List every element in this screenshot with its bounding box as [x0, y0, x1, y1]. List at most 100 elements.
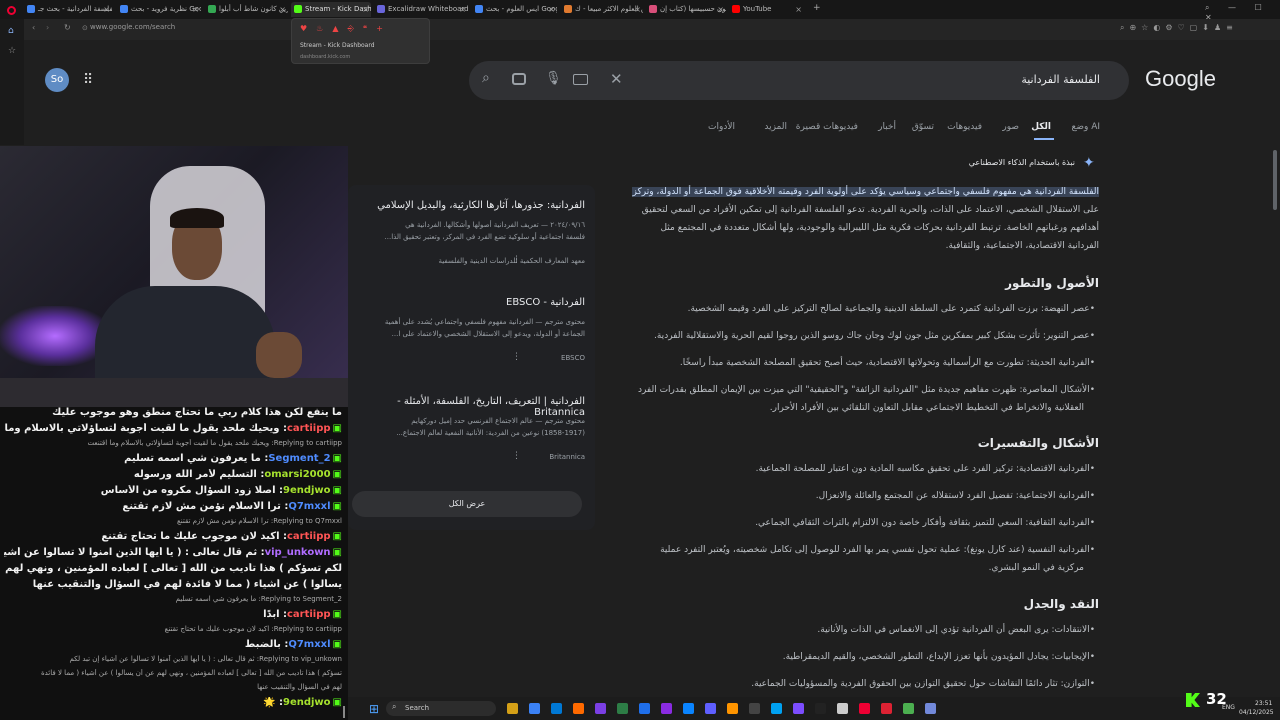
taskbar-app-icon[interactable]: [595, 703, 606, 714]
start-button[interactable]: ⊞: [369, 702, 379, 716]
back-icon[interactable]: ‹: [32, 23, 35, 32]
browser-tab[interactable]: Excalidraw Whiteboard ×: [374, 2, 468, 17]
tab-close-icon[interactable]: ×: [362, 2, 369, 17]
nav-tab[interactable]: المزيد: [764, 122, 787, 132]
chat-username[interactable]: vip_unkown: [265, 547, 331, 558]
tab-close-icon[interactable]: ×: [103, 2, 110, 17]
taskbar-app-icon[interactable]: [793, 703, 804, 714]
home-icon[interactable]: ⌂: [8, 26, 14, 36]
nav-tab[interactable]: تسوّق: [912, 122, 934, 132]
chat-username[interactable]: cartiipp: [287, 423, 331, 434]
taskbar-app-icon[interactable]: [771, 703, 782, 714]
taskbar-app-icon[interactable]: [859, 703, 870, 714]
page-scrollbar[interactable]: [1273, 150, 1277, 210]
tab-close-icon[interactable]: ×: [192, 2, 199, 17]
browser-tab[interactable]: الفلسفة الفردانية - بحث جـ ×: [24, 2, 112, 17]
bookmarks-icon[interactable]: ☆: [8, 46, 16, 56]
tab-label: YouTube: [743, 5, 772, 13]
google-logo[interactable]: Google: [1145, 66, 1216, 92]
side-result-source[interactable]: Britannica: [352, 451, 585, 463]
side-result-title[interactable]: الفردانية: جذورها، آثارها الكارثية، والب…: [352, 200, 585, 211]
clear-icon[interactable]: ✕: [610, 70, 623, 88]
browser-tab[interactable]: ايس العلوم - بحث Google×: [472, 2, 557, 17]
nav-tab[interactable]: الكل: [1031, 122, 1051, 132]
more-options-icon[interactable]: ⋮: [512, 255, 521, 265]
clock-time[interactable]: 23:51: [1255, 700, 1272, 707]
chat-username[interactable]: 9endjwo: [283, 697, 331, 708]
tab-close-icon[interactable]: ×: [717, 2, 724, 17]
mic-icon[interactable]: 🎙: [545, 71, 562, 86]
chat-reply-context: Replying to Q7mxxl: ترا الاسلام نؤمن مش …: [4, 517, 342, 525]
search-icon[interactable]: ⌕: [482, 70, 490, 86]
side-result-source[interactable]: معهد المعارف الحكمية للدراسات الدينية وا…: [352, 255, 585, 267]
more-options-icon[interactable]: ⋮: [512, 352, 521, 362]
avatar[interactable]: So: [45, 68, 69, 92]
taskbar-app-icon[interactable]: [837, 703, 848, 714]
chat-username[interactable]: cartiipp: [287, 531, 331, 542]
taskbar-app-icon[interactable]: [529, 703, 540, 714]
toolbar-extension-icons[interactable]: ⌕⊕☆◐⚙♡▢⬇♟≡: [1120, 23, 1238, 33]
chat-username[interactable]: 9endjwo: [283, 485, 331, 496]
chat-text: Replying to cartiipp: اكيد لان موجوب علي…: [164, 625, 342, 633]
site-info-icon[interactable]: ⊙: [82, 24, 88, 32]
taskbar-app-icon[interactable]: [661, 703, 672, 714]
taskbar-search[interactable]: [386, 701, 496, 716]
taskbar-app-icon[interactable]: [551, 703, 562, 714]
taskbar-app-icon[interactable]: [705, 703, 716, 714]
taskbar-app-icon[interactable]: [507, 703, 518, 714]
taskbar-app-icon[interactable]: [815, 703, 826, 714]
tab-close-icon[interactable]: ×: [459, 2, 466, 17]
new-tab-button[interactable]: +: [813, 3, 821, 13]
chat-username[interactable]: Segment_2: [268, 453, 330, 464]
tab-close-icon[interactable]: ×: [634, 2, 641, 17]
nav-tab[interactable]: فيديوهات: [947, 122, 982, 132]
taskbar-search-icon: ⌕: [392, 702, 397, 711]
taskbar-app-icon[interactable]: [573, 703, 584, 714]
search-query[interactable]: الفلسفة الفردانية: [640, 73, 1100, 86]
chat-username[interactable]: omarsi2000: [264, 469, 330, 480]
browser-tab[interactable]: Stream - Kick Dashboard×: [291, 2, 371, 17]
browser-tab[interactable]: YouTube ×: [729, 2, 804, 17]
nav-tab[interactable]: فيديوهات قصيرة: [796, 122, 858, 132]
opera-logo-icon[interactable]: [7, 6, 16, 15]
chat-scrollbar[interactable]: [343, 706, 345, 718]
keyboard-icon[interactable]: [573, 74, 588, 85]
taskbar-app-icon[interactable]: [683, 703, 694, 714]
browser-tab[interactable]: يستعينون حسبيسها (كتاب إن×: [646, 2, 726, 17]
taskbar-app-icon[interactable]: [727, 703, 738, 714]
more-options-icon[interactable]: ⋮: [512, 451, 521, 461]
taskbar-app-icon[interactable]: [925, 703, 936, 714]
forward-icon[interactable]: ›: [46, 23, 49, 32]
apps-grid-icon[interactable]: ⠿: [83, 72, 93, 88]
chat-username[interactable]: Q7mxxl: [288, 501, 330, 512]
taskbar-app-icon[interactable]: [749, 703, 760, 714]
tab-close-icon[interactable]: ×: [548, 2, 555, 17]
popup-action-icons[interactable]: ♥♨▲⎆❝+: [300, 24, 392, 34]
chat-badge-icon: ▣: [332, 547, 342, 558]
language-indicator[interactable]: ENG: [1222, 704, 1235, 711]
lens-icon[interactable]: [512, 73, 526, 85]
url-field[interactable]: www.google.com/search: [90, 23, 175, 31]
chat-text: لكم تسؤكم ) هذا تأديب من الله [ تعالى ] …: [4, 563, 342, 574]
taskbar-app-icon[interactable]: [903, 703, 914, 714]
chat-username[interactable]: Q7mxxl: [288, 639, 330, 650]
clock-date[interactable]: 04/12/2025: [1239, 709, 1274, 716]
nav-tab[interactable]: أخبار: [878, 122, 896, 132]
browser-tab[interactable]: ايس العلوم الاكثر مبيعا - ك×: [561, 2, 643, 17]
browser-tab[interactable]: تطرين كانون شاط أب أبلوا×: [205, 2, 288, 17]
taskbar-app-icon[interactable]: [639, 703, 650, 714]
taskbar-app-icon[interactable]: [617, 703, 628, 714]
nav-tab[interactable]: وضع AI: [1072, 122, 1100, 132]
nav-tab[interactable]: صور: [1002, 122, 1019, 132]
nav-tab[interactable]: الأدوات: [708, 122, 735, 132]
chat-badge-icon: ▣: [332, 485, 342, 496]
browser-tab[interactable]: نظرية فرويد - بحث Google×: [117, 2, 201, 17]
chat-username[interactable]: cartiipp: [287, 609, 331, 620]
chat-text: ما ينفع لكن هذا كلام ربي ما تحتاج منطق و…: [52, 407, 342, 418]
side-result-source[interactable]: EBSCO: [352, 352, 585, 364]
tab-close-icon[interactable]: ×: [795, 2, 802, 17]
reload-icon[interactable]: ↻: [64, 23, 71, 32]
side-result-title[interactable]: الفردانية - EBSCO: [352, 297, 585, 308]
taskbar-app-icon[interactable]: [881, 703, 892, 714]
tab-close-icon[interactable]: ×: [279, 2, 286, 17]
